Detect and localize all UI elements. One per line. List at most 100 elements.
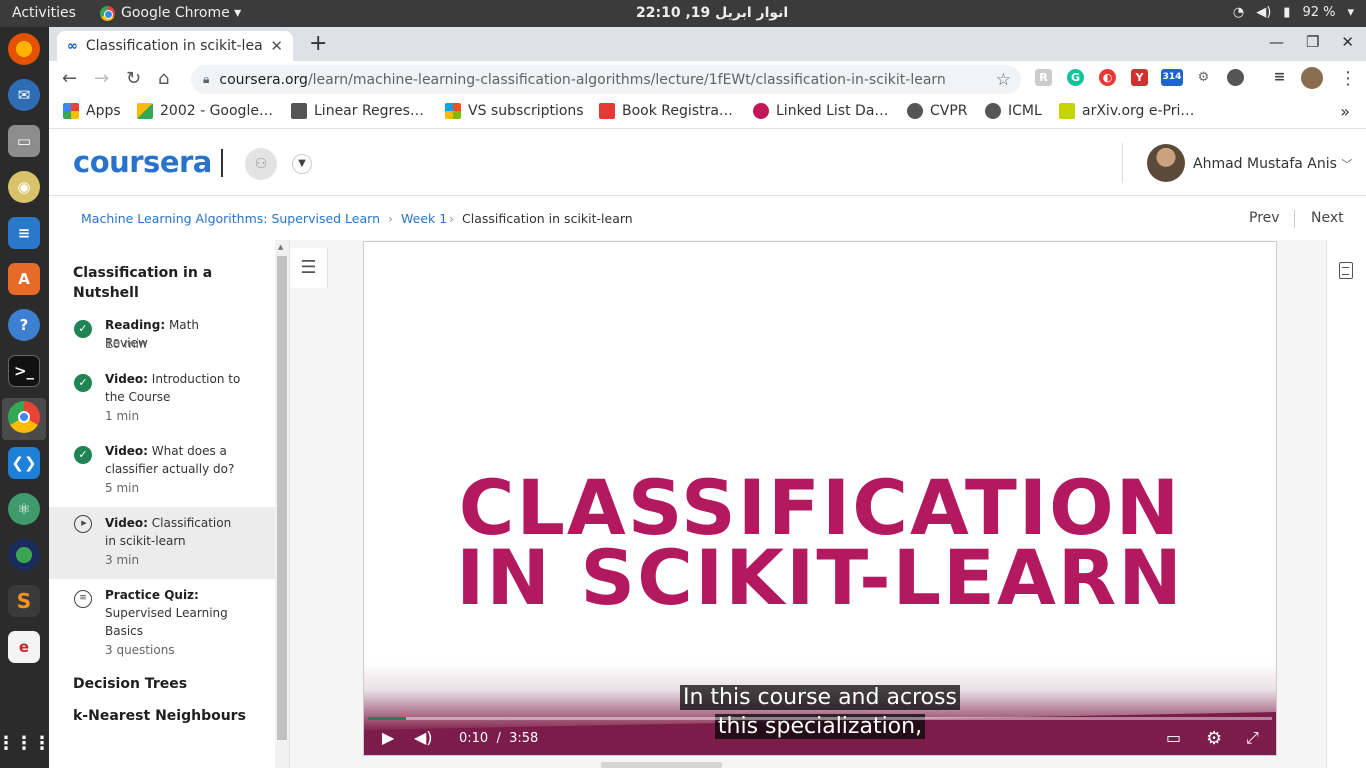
- bookmark-item[interactable]: Book Registra…: [599, 103, 733, 119]
- close-window-icon[interactable]: ✕: [1341, 33, 1354, 51]
- sidebar-section-title[interactable]: Decision Trees: [73, 674, 187, 694]
- scroll-up-icon[interactable]: ▲: [278, 243, 283, 251]
- profile-avatar[interactable]: [1301, 67, 1323, 89]
- show-apps-icon[interactable]: ⋮⋮⋮: [0, 727, 51, 759]
- grammarly-icon[interactable]: G: [1067, 69, 1084, 86]
- sidebar-item[interactable]: ✓ Video: What does a classifier actually…: [49, 442, 275, 510]
- extension-icon[interactable]: ◐: [1099, 69, 1116, 86]
- tab-strip: ∞ Classification in scikit-lea ✕ + — ❐ ✕: [49, 27, 1366, 61]
- quiz-icon: ≡: [74, 590, 92, 608]
- volume-icon[interactable]: ◀): [414, 728, 433, 747]
- item-kind: Practice Quiz:: [105, 588, 199, 602]
- tab-active[interactable]: ∞ Classification in scikit-lea ✕: [57, 31, 293, 61]
- bookmark-item[interactable]: 2002 - Google…: [137, 103, 273, 119]
- sublime-icon[interactable]: S: [8, 585, 40, 617]
- forward-icon[interactable]: →: [94, 68, 109, 89]
- check-icon: ✓: [74, 374, 92, 392]
- video-player[interactable]: CLASSIFICATION IN SCIKIT-LEARN In this c…: [363, 241, 1277, 756]
- scrollbar-thumb[interactable]: [277, 256, 287, 740]
- notes-icon[interactable]: [1339, 262, 1353, 279]
- maximize-icon[interactable]: ❐: [1306, 33, 1319, 51]
- sidebar-item-current[interactable]: ▶ Video: Classification in scikit-learn …: [49, 507, 275, 579]
- mail-icon[interactable]: ✉: [8, 79, 40, 111]
- play-icon[interactable]: ▶: [382, 728, 394, 747]
- bookmark-item[interactable]: Apps: [63, 103, 121, 119]
- page-icon: [291, 103, 307, 119]
- progress-bar[interactable]: [368, 717, 1272, 720]
- reload-icon[interactable]: ↻: [126, 68, 141, 89]
- files-icon[interactable]: ▭: [8, 125, 40, 157]
- captions-icon[interactable]: ▭: [1166, 728, 1181, 747]
- video-title-line: IN SCIKIT-LEARN: [456, 533, 1184, 622]
- avatar[interactable]: [1147, 144, 1185, 182]
- breadcrumb-week[interactable]: Week 1: [401, 211, 447, 226]
- bookmark-item[interactable]: Linear Regres…: [291, 103, 424, 119]
- minimize-icon[interactable]: —: [1269, 33, 1284, 51]
- breadcrumb-course[interactable]: Machine Learning Algorithms: Supervised …: [81, 211, 381, 226]
- extension-icon[interactable]: ⚙: [1195, 69, 1212, 86]
- writer-icon[interactable]: ≡: [8, 217, 40, 249]
- sidebar-item[interactable]: ✓ Reading: Math Review 10 min: [49, 316, 275, 366]
- horizontal-scrollbar[interactable]: [601, 762, 722, 768]
- clock[interactable]: انوار ابریل 19, 22:10: [636, 5, 788, 21]
- next-button[interactable]: Next: [1311, 210, 1344, 226]
- chevron-right-icon: ›: [449, 211, 454, 226]
- group-icon[interactable]: ⚇: [245, 148, 277, 180]
- software-center-icon[interactable]: A: [8, 263, 40, 295]
- bookmark-item[interactable]: ICML: [985, 103, 1042, 119]
- new-tab-button[interactable]: +: [309, 31, 327, 56]
- battery-icon: ▮: [1283, 5, 1291, 20]
- sidebar-item-label: Practice Quiz: Supervised Learning Basic…: [105, 586, 245, 640]
- evince-icon[interactable]: e: [8, 631, 40, 663]
- sidebar-section-title[interactable]: Classification in a Nutshell: [73, 263, 223, 303]
- activities-button[interactable]: Activities: [12, 5, 76, 21]
- close-tab-icon[interactable]: ✕: [270, 37, 283, 55]
- fullscreen-icon[interactable]: ⤢: [1246, 728, 1259, 748]
- sidebar-section-title[interactable]: k-Nearest Neighbours: [73, 706, 246, 726]
- bookmark-label: Linked List Da…: [776, 103, 889, 119]
- bookmark-label: Apps: [86, 103, 121, 119]
- address-bar[interactable]: 🔒︎ coursera.org/learn/machine-learning-c…: [191, 65, 1021, 94]
- system-tray[interactable]: ◔ ◀) ▮ 92 % ▾: [1233, 5, 1354, 20]
- duration: 3:58: [509, 731, 539, 746]
- sidebar-scrollbar[interactable]: ▲: [275, 240, 289, 768]
- app-menu[interactable]: Google Chrome ▾: [100, 5, 241, 21]
- extension-icon[interactable]: Y: [1131, 69, 1148, 86]
- bookmark-item[interactable]: CVPR: [907, 103, 968, 119]
- back-icon[interactable]: ←: [62, 68, 77, 89]
- media-icon[interactable]: ≡: [1271, 69, 1288, 86]
- sidebar-item[interactable]: ≡ Practice Quiz: Supervised Learning Bas…: [49, 586, 275, 664]
- rhythmbox-icon[interactable]: ◉: [8, 171, 40, 203]
- firefox-icon[interactable]: [8, 33, 40, 65]
- bookmark-item[interactable]: arXiv.org e-Pri…: [1059, 103, 1194, 119]
- bookmark-item[interactable]: Linked List Da…: [753, 103, 888, 119]
- extension-icon[interactable]: R: [1035, 69, 1052, 86]
- window-controls: — ❐ ✕: [1269, 33, 1354, 51]
- atom-icon[interactable]: ⚛: [8, 493, 40, 525]
- app-icon[interactable]: [8, 539, 40, 571]
- help-icon[interactable]: ?: [8, 309, 40, 341]
- sidebar-item[interactable]: ✓ Video: Introduction to the Course 1 mi…: [49, 370, 275, 438]
- menu-icon[interactable]: ⋮: [1339, 68, 1357, 89]
- bookmark-item[interactable]: VS subscriptions: [445, 103, 584, 119]
- coursera-logo[interactable]: coursera: [73, 145, 212, 179]
- terminal-icon[interactable]: >_: [8, 355, 40, 387]
- toc-list-icon[interactable]: ☰: [290, 248, 328, 288]
- bookmark-star-icon[interactable]: ☆: [996, 70, 1011, 90]
- more-bookmarks-icon[interactable]: »: [1340, 102, 1350, 121]
- home-icon[interactable]: ⌂: [158, 68, 169, 89]
- tab-title: Classification in scikit-lea: [85, 38, 263, 54]
- breadcrumb: Machine Learning Algorithms: Supervised …: [49, 196, 1366, 240]
- chevron-down-icon[interactable]: ▼: [292, 154, 312, 174]
- extension-icon[interactable]: [1227, 69, 1244, 86]
- user-menu[interactable]: Ahmad Mustafa Anis ﹀: [1193, 156, 1352, 172]
- prev-button[interactable]: Prev: [1249, 210, 1280, 226]
- arxiv-icon: [1059, 103, 1075, 119]
- chrome-dock-icon[interactable]: [8, 401, 40, 433]
- app-menu-label: Google Chrome ▾: [121, 5, 242, 21]
- item-duration: 5 min: [105, 481, 140, 495]
- settings-icon[interactable]: ⚙: [1206, 728, 1222, 749]
- extension-badge[interactable]: 314: [1161, 69, 1183, 86]
- vscode-icon[interactable]: ❮❯: [8, 447, 40, 479]
- url-path: /learn/machine-learning-classification-a…: [307, 71, 946, 88]
